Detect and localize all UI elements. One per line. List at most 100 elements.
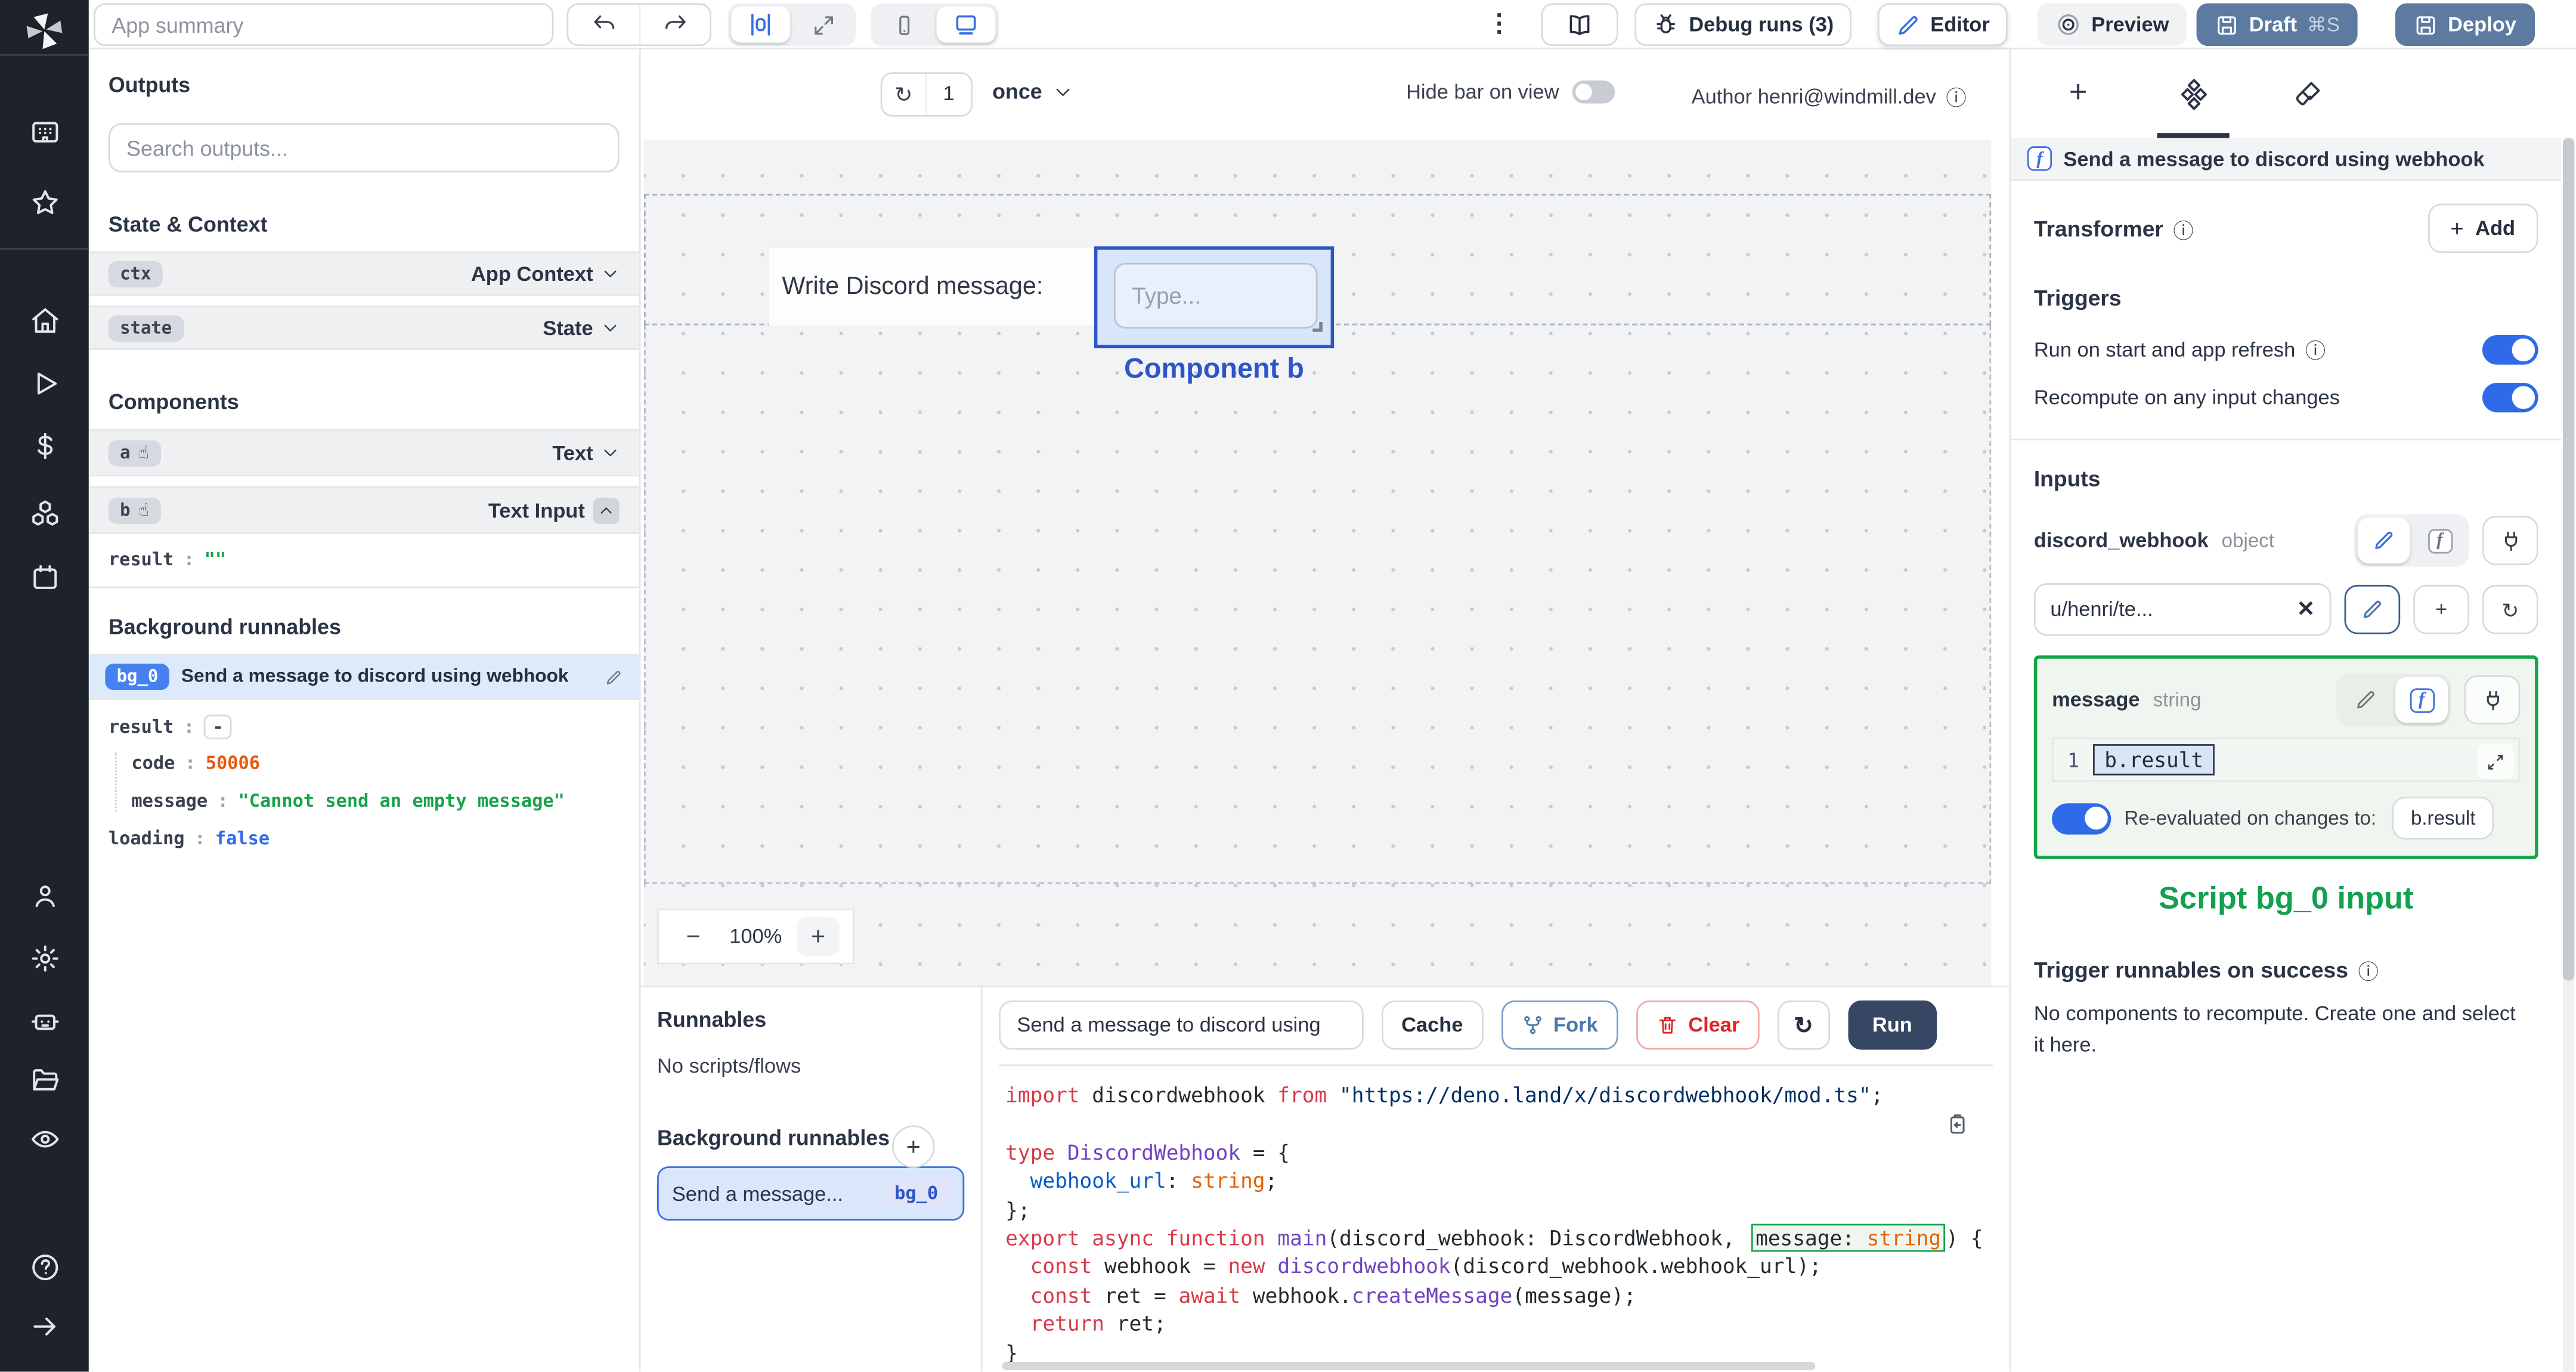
windmill-logo[interactable] [0, 10, 89, 53]
resource-picker[interactable]: u/henri/te... ✕ [2033, 583, 2332, 636]
refresh-resource-button[interactable]: ↻ [2482, 584, 2538, 634]
code-line[interactable] [1005, 1111, 1993, 1140]
fullwidth-layout-button[interactable] [794, 7, 853, 43]
static-mode-button[interactable] [2339, 677, 2392, 723]
code-line[interactable]: return ret; [1005, 1311, 1993, 1340]
more-menu-button[interactable]: ⋮ [1487, 8, 1511, 38]
rail-item-apps[interactable] [0, 117, 89, 148]
copy-code-button[interactable] [1945, 1112, 1970, 1136]
runnable-item-bg0[interactable]: Send a message... bg_0 [657, 1166, 965, 1221]
code-line[interactable]: const webhook = new discordwebhook(disco… [1005, 1254, 1993, 1283]
add-transformer-button[interactable]: + Add [2427, 203, 2538, 253]
recompute-toggle[interactable] [2482, 382, 2538, 413]
search-outputs-input[interactable] [108, 123, 620, 173]
message-expression-editor[interactable]: 1 b.result [2052, 738, 2521, 782]
clear-button[interactable]: Clear [1636, 1000, 1760, 1050]
rail-item-folders[interactable] [0, 1064, 89, 1095]
center-layout-button[interactable] [731, 7, 791, 43]
scrollbar-thumb[interactable] [2562, 138, 2575, 981]
tab-add-component[interactable]: + [2057, 61, 2100, 126]
redo-button[interactable] [639, 5, 710, 45]
rail-item-settings[interactable] [0, 943, 89, 974]
app-summary-input[interactable] [94, 3, 554, 47]
cache-button[interactable]: Cache [1382, 1000, 1483, 1050]
diamonds-icon [2180, 78, 2206, 109]
rail-item-resources[interactable] [0, 498, 89, 529]
add-resource-button[interactable]: + [2413, 584, 2469, 634]
discord-message-input[interactable] [1113, 262, 1318, 329]
tab-styling[interactable] [2287, 61, 2330, 126]
b-result-row[interactable]: result: "" [109, 549, 620, 570]
rail-item-favorites[interactable] [0, 187, 89, 218]
deploy-button[interactable]: Deploy [2395, 3, 2535, 47]
mobile-view-button[interactable] [874, 7, 933, 43]
undo-button[interactable] [568, 5, 639, 45]
code-editor[interactable]: import discordwebhook from "https://deno… [999, 1064, 1993, 1371]
docs-button[interactable] [1541, 3, 1618, 47]
code-line[interactable]: webhook_url: string; [1005, 1168, 1993, 1197]
draft-button[interactable]: Draft ⌘S [2196, 3, 2358, 47]
triggers-header: Triggers [2033, 286, 2122, 311]
edit-resource-button[interactable] [2344, 584, 2401, 634]
code-line[interactable]: type DiscordWebhook = { [1005, 1139, 1993, 1168]
output-row-bg0[interactable]: bg_0 Send a message to discord using web… [88, 654, 639, 700]
code-lines: import discordwebhook from "https://deno… [1005, 1083, 1993, 1368]
resize-handle[interactable] [1312, 322, 1323, 332]
output-row-component-a[interactable]: a ☝ Text [88, 429, 639, 476]
canvas-grid[interactable]: Write Discord message: Component b − 100… [644, 140, 1992, 986]
preview-button[interactable]: Preview [2037, 3, 2187, 47]
connect-plug-button[interactable] [2482, 516, 2538, 565]
output-row-ctx[interactable]: ctx App Context [88, 251, 639, 296]
connect-plug-button[interactable] [2464, 675, 2521, 724]
rail-item-home[interactable] [0, 305, 89, 336]
eval-mode-button[interactable]: f [2395, 677, 2448, 723]
eval-mode-button[interactable]: f [2413, 518, 2466, 563]
reeval-target-badge[interactable]: b.result [2392, 797, 2494, 840]
horizontal-scrollbar[interactable] [1002, 1361, 1816, 1370]
desktop-view-button[interactable] [936, 7, 996, 43]
textinput-component-b[interactable] [1094, 246, 1335, 349]
bg0-code-row: code: 50006 [131, 752, 260, 774]
run-button[interactable]: Run [1847, 1000, 1937, 1050]
fork-button[interactable]: Fork [1500, 1000, 1618, 1050]
code-line[interactable]: }; [1005, 1197, 1993, 1225]
rail-item-variables[interactable] [0, 431, 89, 462]
refresh-count-box[interactable]: ↻ 1 [880, 72, 973, 117]
add-background-runnable-button[interactable]: + [892, 1125, 935, 1168]
editor-tab-button[interactable]: Editor [1878, 3, 2008, 47]
tab-component-settings[interactable] [2157, 61, 2230, 138]
collapse-toggle[interactable]: - [204, 714, 232, 739]
code-line[interactable]: import discordwebhook from "https://deno… [1005, 1083, 1993, 1111]
output-row-state[interactable]: state State [88, 305, 639, 350]
rail-item-schedules[interactable] [0, 562, 89, 593]
message-row: message string f [2052, 673, 2521, 726]
trigger-success-row: Trigger runnables on success ⓘ [2034, 955, 2538, 986]
code-line[interactable]: export async function main(discord_webho… [1005, 1224, 1993, 1254]
rail-item-audit[interactable] [0, 1123, 89, 1154]
static-mode-button[interactable] [2357, 517, 2410, 563]
bg0-result-row[interactable]: result: - [109, 714, 620, 739]
zoom-out-button[interactable]: − [672, 916, 715, 956]
script-title-input[interactable] [999, 1000, 1364, 1050]
expand-editor-button[interactable] [2477, 744, 2514, 779]
robot-icon [30, 1014, 58, 1030]
rail-item-users[interactable] [0, 881, 89, 912]
zoom-in-button[interactable]: + [797, 916, 840, 956]
reeval-toggle[interactable] [2052, 802, 2111, 834]
output-row-component-b[interactable]: b ☝ Text Input [88, 486, 639, 534]
rail-collapse-button[interactable] [0, 1311, 89, 1342]
chevron-up-icon[interactable] [593, 497, 620, 524]
refresh-mode-dropdown[interactable]: once [992, 79, 1073, 104]
rail-item-runs[interactable] [0, 368, 89, 399]
edit-pencil-icon[interactable] [605, 668, 623, 686]
hide-bar-toggle[interactable] [1572, 80, 1615, 104]
refresh-script-button[interactable]: ↻ [1777, 1000, 1830, 1050]
run-on-start-toggle[interactable] [2482, 334, 2538, 364]
gear-icon [31, 945, 58, 972]
clear-resource-button[interactable]: ✕ [2297, 596, 2315, 622]
debug-runs-button[interactable]: Debug runs (3) [1634, 3, 1852, 47]
rail-item-help[interactable] [0, 1252, 89, 1283]
selected-runnable-header: f Send a message to discord using webhoo… [2011, 138, 2562, 181]
rail-item-workers[interactable] [0, 1005, 89, 1036]
code-line[interactable]: const ret = await webhook.createMessage(… [1005, 1283, 1993, 1311]
